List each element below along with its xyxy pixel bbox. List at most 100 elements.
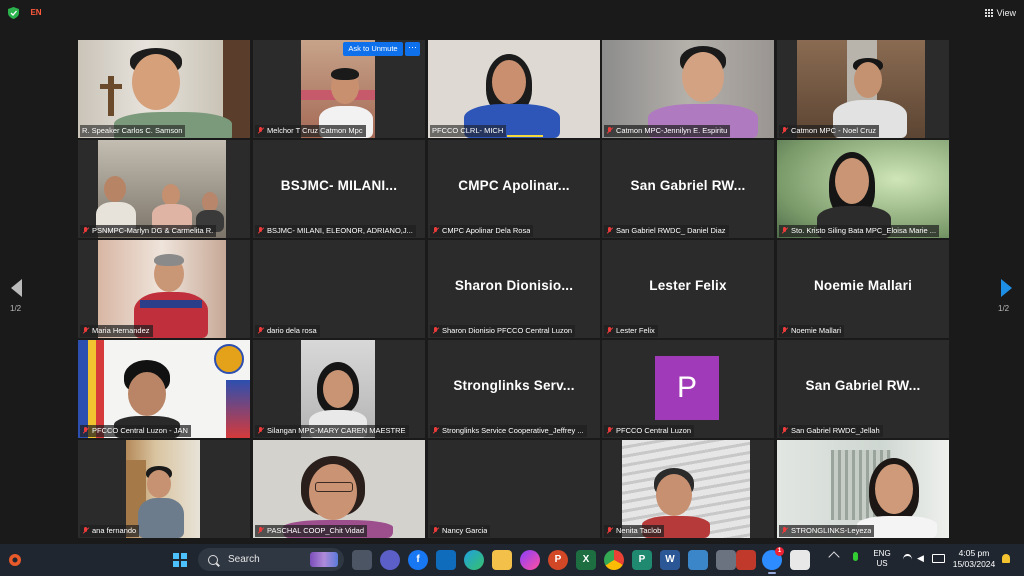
participant-tile[interactable]: Catmon MPC-Jennilyn E. Espiritu <box>602 40 774 138</box>
participant-name-label: Maria Hernandez <box>80 325 153 337</box>
shield-check-icon[interactable] <box>8 7 19 19</box>
snipping-tool-icon[interactable] <box>790 550 810 570</box>
grid-view-icon <box>984 8 994 18</box>
meeting-top-bar: EN View <box>0 0 1024 26</box>
participant-tile[interactable]: PSNMPC-Marlyn DG & Carmelita R. <box>78 140 250 238</box>
muted-mic-icon <box>257 227 264 235</box>
more-options-button[interactable]: ··· <box>405 42 420 56</box>
participant-tile[interactable]: Nenita Taclob <box>602 440 774 538</box>
participant-tile[interactable]: Nancy Garcia <box>428 440 600 538</box>
muted-mic-icon <box>606 227 613 235</box>
facebook-icon[interactable]: f <box>408 550 428 570</box>
notification-badge: 1 <box>775 547 784 556</box>
participant-avatar: P <box>655 356 719 420</box>
zoom-meeting-icon[interactable]: 1 <box>762 547 784 574</box>
participant-tile[interactable]: Stronglinks Serv... Stronglinks Service … <box>428 340 600 438</box>
microphone-in-use-icon[interactable] <box>853 552 858 561</box>
participant-tile[interactable]: Maria Hernandez <box>78 240 250 338</box>
participant-tile[interactable]: PFCCO CLRL- MICH <box>428 40 600 138</box>
participant-tile[interactable]: CMPC Apolinar... CMPC Apolinar Dela Rosa <box>428 140 600 238</box>
participant-name-label: PFCCO Central Luzon <box>604 425 695 437</box>
muted-mic-icon <box>432 327 439 335</box>
participant-tile[interactable]: San Gabriel RW... San Gabriel RWDC_Jella… <box>777 340 949 438</box>
teams-chat-icon[interactable] <box>380 550 400 570</box>
system-clock[interactable]: 4:05 pm 15/03/2024 <box>950 548 998 570</box>
muted-mic-icon <box>781 427 788 435</box>
page-indicator-right: 1/2 <box>998 304 1010 313</box>
participant-tile[interactable]: dario dela rosa <box>253 240 425 338</box>
chrome-icon[interactable] <box>604 550 624 570</box>
page-indicator-left: 1/2 <box>10 304 22 313</box>
participant-tile[interactable]: BSJMC- MILANI... BSJMC- MILANI, ELEONOR,… <box>253 140 425 238</box>
muted-mic-icon <box>781 327 788 335</box>
participant-name-label: CMPC Apolinar Dela Rosa <box>430 225 534 237</box>
participant-display-name: Lester Felix <box>649 278 727 293</box>
calculator-icon[interactable] <box>716 550 736 570</box>
participant-tile[interactable]: Silangan MPC-MARY CAREN MAESTRE <box>253 340 425 438</box>
participant-name-label: Silangan MPC-MARY CAREN MAESTRE <box>255 425 409 437</box>
participant-name-label: PFCCO Central Luzon - JAN <box>80 425 191 437</box>
participant-tile[interactable]: Catmon MPC - Noel Cruz <box>777 40 949 138</box>
task-view-icon[interactable] <box>352 550 372 570</box>
view-button[interactable]: View <box>984 6 1016 20</box>
photos-icon[interactable] <box>688 550 708 570</box>
language-code: ENG <box>873 549 891 558</box>
active-speaker-indicator <box>507 135 543 137</box>
participant-tile[interactable]: Sto. Kristo Siling Bata MPC_Eloisa Marie… <box>777 140 949 238</box>
muted-mic-icon <box>781 127 788 135</box>
muted-mic-icon <box>781 527 788 535</box>
input-language-indicator[interactable]: ENG US <box>871 549 893 569</box>
muted-mic-icon <box>781 227 788 235</box>
participant-name-label: Stronglinks Service Cooperative_Jeffrey … <box>430 425 587 437</box>
participant-tile[interactable]: ana fernando <box>78 440 250 538</box>
windows-start-icon[interactable] <box>173 553 187 567</box>
participant-tile[interactable]: Sharon Dionisio... Sharon Dionisio PFCCO… <box>428 240 600 338</box>
participant-tile[interactable]: Lester Felix Lester Felix <box>602 240 774 338</box>
search-label: Search <box>228 554 260 565</box>
muted-mic-icon <box>432 527 439 535</box>
muted-mic-icon <box>257 127 264 135</box>
participant-tile[interactable]: PASCHAL COOP_Chit Vidad <box>253 440 425 538</box>
word-icon[interactable]: W <box>660 550 680 570</box>
muted-mic-icon <box>432 427 439 435</box>
muted-mic-icon <box>257 527 264 535</box>
participant-name-label: PSNMPC-Marlyn DG & Carmelita R. <box>80 225 217 237</box>
file-explorer-icon[interactable] <box>492 550 512 570</box>
publisher-icon[interactable]: P <box>632 550 652 570</box>
language-badge[interactable]: EN <box>28 7 44 19</box>
participant-name-label: San Gabriel RWDC_ Daniel Diaz <box>604 225 729 237</box>
ask-to-unmute-button[interactable]: Ask to Unmute <box>343 42 403 56</box>
participant-tile[interactable]: Noemie Mallari Noemie Mallari <box>777 240 949 338</box>
muted-mic-icon <box>432 227 439 235</box>
muted-mic-icon <box>606 327 613 335</box>
muted-mic-icon <box>82 327 89 335</box>
speaker-volume-icon[interactable]: ◀ <box>917 553 927 563</box>
app-icon[interactable] <box>736 550 756 570</box>
muted-mic-icon <box>82 227 89 235</box>
participant-tile[interactable]: PFCCO Central Luzon - JAN <box>78 340 250 438</box>
messenger-icon[interactable] <box>520 550 540 570</box>
wifi-icon[interactable] <box>903 554 912 565</box>
participant-name-label: San Gabriel RWDC_Jellah <box>779 425 883 437</box>
mail-icon[interactable] <box>436 550 456 570</box>
participant-tile[interactable]: R. Speaker Carlos C. Samson <box>78 40 250 138</box>
battery-icon[interactable] <box>932 554 945 563</box>
excel-icon[interactable]: X <box>576 550 596 570</box>
powerpoint-icon[interactable]: P <box>548 550 568 570</box>
muted-mic-icon <box>257 427 264 435</box>
participant-name-label: BSJMC- MILANI, ELEONOR, ADRIANO,J... <box>255 225 416 237</box>
edge-browser-icon[interactable] <box>464 550 484 570</box>
muted-mic-icon <box>606 527 613 535</box>
clock-date: 15/03/2024 <box>952 559 996 569</box>
view-label: View <box>996 8 1016 18</box>
participant-name-label: Catmon MPC - Noel Cruz <box>779 125 880 137</box>
taskbar-search-box[interactable]: Search <box>198 548 344 571</box>
participant-tile[interactable]: STRONGLINKS-Leyeza <box>777 440 949 538</box>
weather-widget-icon[interactable] <box>6 551 24 569</box>
participant-tile[interactable]: San Gabriel RW... San Gabriel RWDC_ Dani… <box>602 140 774 238</box>
previous-page-arrow-icon[interactable] <box>11 279 22 297</box>
notification-bell-icon[interactable] <box>1002 554 1010 563</box>
next-page-arrow-icon[interactable] <box>1001 279 1012 297</box>
participant-name-label: Nenita Taclob <box>604 525 665 537</box>
participant-name-label: ana fernando <box>80 525 140 537</box>
